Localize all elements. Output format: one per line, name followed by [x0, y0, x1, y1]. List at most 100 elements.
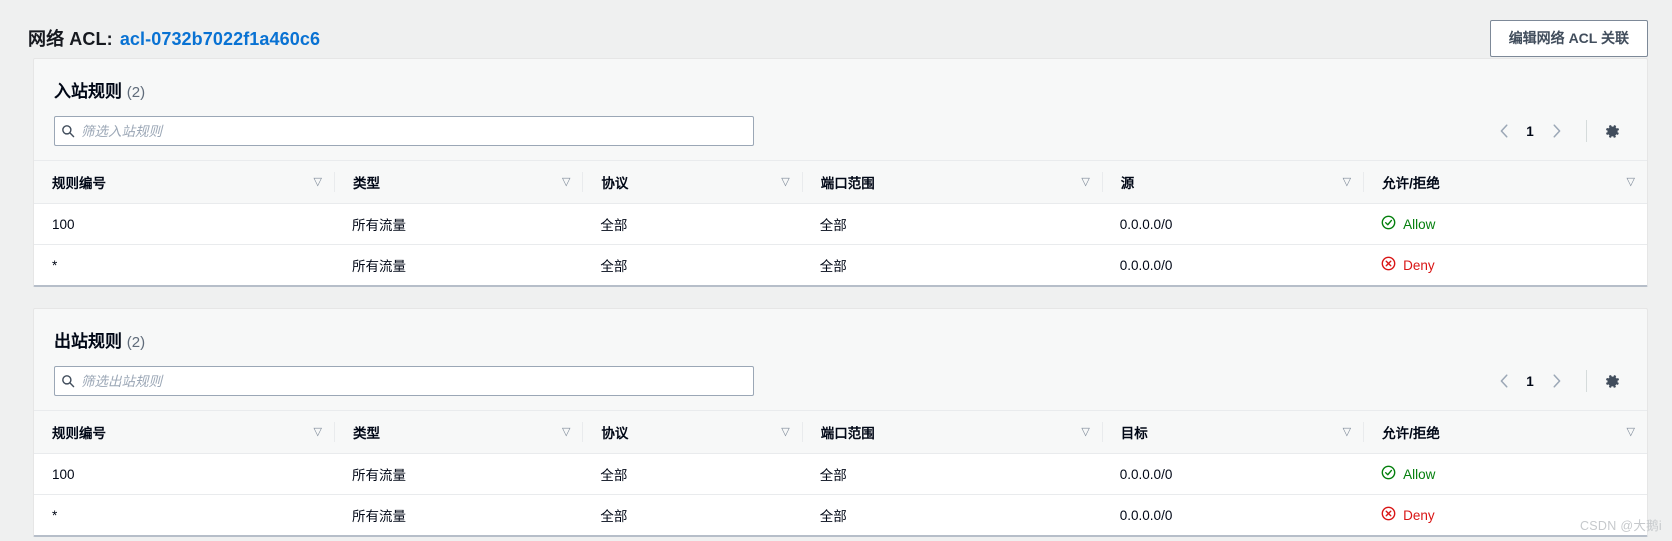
page-title-prefix: 网络 ACL:	[28, 29, 113, 49]
cell-rule-number: 100	[34, 203, 335, 245]
cell-protocol: 全部	[582, 244, 802, 285]
cell-port-range: 全部	[801, 494, 1102, 535]
gear-icon[interactable]	[1597, 116, 1627, 146]
cell-source: 0.0.0.0/0	[1101, 203, 1364, 245]
sort-descending-icon: ▽	[1081, 425, 1090, 438]
watermark: CSDN @大鹅i	[1579, 519, 1662, 533]
outbound-pagination: 1	[1488, 366, 1572, 396]
outbound-search-box[interactable]	[54, 366, 754, 396]
column-header-allow-deny[interactable]: 允许/拒绝 ▽	[1363, 160, 1647, 204]
page-title: 网络 ACL: acl-0732b7022f1a460c6	[28, 25, 320, 51]
page-header: 网络 ACL: acl-0732b7022f1a460c6 编辑网络 ACL 关…	[0, 0, 1672, 58]
column-label: 目标	[1120, 426, 1148, 441]
outbound-card-header: 出站规则 (2)	[34, 309, 1647, 352]
cell-port-range: 全部	[801, 203, 1102, 245]
column-label: 允许/拒绝	[1382, 426, 1440, 441]
edit-network-acl-association-button[interactable]: 编辑网络 ACL 关联	[1489, 19, 1648, 57]
column-header-rule-number[interactable]: 规则编号 ▽	[34, 410, 335, 454]
column-header-allow-deny[interactable]: 允许/拒绝 ▽	[1363, 410, 1647, 454]
column-label: 规则编号	[52, 176, 106, 191]
table-row[interactable]: * 所有流量 全部 全部 0.0.0.0/0 Deny	[34, 244, 1647, 285]
column-header-port-range[interactable]: 端口范围 ▽	[801, 160, 1102, 204]
column-label: 协议	[601, 426, 629, 441]
column-header-protocol[interactable]: 协议 ▽	[582, 160, 802, 204]
table-row[interactable]: 100 所有流量 全部 全部 0.0.0.0/0 Allow	[34, 203, 1647, 245]
inbound-count: (2)	[126, 84, 146, 101]
table-row[interactable]: * 所有流量 全部 全部 0.0.0.0/0 Deny	[34, 494, 1647, 535]
outbound-search-input[interactable]	[81, 367, 753, 395]
column-header-port-range[interactable]: 端口范围 ▽	[801, 410, 1102, 454]
inbound-pagination: 1	[1488, 116, 1572, 146]
gear-icon[interactable]	[1597, 366, 1627, 396]
inbound-page-number[interactable]: 1	[1520, 124, 1540, 139]
cell-type: 所有流量	[334, 203, 583, 245]
inbound-toolbar: 1	[34, 102, 1647, 160]
cell-rule-number: *	[34, 494, 335, 535]
sort-descending-icon: ▽	[1626, 175, 1635, 188]
outbound-title: 出站规则 (2)	[54, 327, 1627, 352]
status-badge: Deny	[1381, 506, 1435, 524]
search-icon	[55, 374, 81, 388]
verdict-label: Deny	[1403, 507, 1435, 523]
cell-port-range: 全部	[801, 453, 1102, 495]
sort-descending-icon: ▽	[561, 425, 571, 438]
sort-descending-icon: ▽	[781, 175, 790, 188]
outbound-rules-table: 规则编号 ▽ 类型 ▽ 协议 ▽ 端口范围 ▽ 目标 ▽ 允许/拒绝 ▽ 100 所有流量 …	[34, 410, 1647, 535]
column-label: 类型	[353, 426, 381, 441]
verdict-label: Deny	[1403, 257, 1435, 273]
chevron-right-icon[interactable]	[1540, 116, 1572, 146]
inbound-search-box[interactable]	[54, 116, 754, 146]
column-label: 端口范围	[820, 426, 875, 441]
cell-rule-number: 100	[34, 453, 335, 495]
chevron-left-icon[interactable]	[1488, 366, 1520, 396]
inbound-card-header: 入站规则 (2)	[34, 59, 1647, 102]
search-icon	[55, 124, 81, 138]
status-badge: Allow	[1381, 465, 1435, 483]
cell-protocol: 全部	[582, 203, 802, 245]
inbound-title: 入站规则 (2)	[54, 77, 1627, 102]
x-circle-icon	[1381, 506, 1396, 524]
column-header-type[interactable]: 类型 ▽	[334, 160, 583, 204]
chevron-right-icon[interactable]	[1540, 366, 1572, 396]
cell-protocol: 全部	[582, 453, 802, 495]
column-header-protocol[interactable]: 协议 ▽	[582, 410, 802, 454]
column-label: 规则编号	[52, 426, 106, 441]
sort-descending-icon: ▽	[1342, 425, 1352, 438]
column-header-source[interactable]: 源 ▽	[1101, 160, 1364, 204]
column-label: 协议	[601, 176, 629, 191]
outbound-rules-card: 出站规则 (2) 1	[33, 308, 1648, 537]
cell-destination: 0.0.0.0/0	[1101, 494, 1364, 535]
inbound-table-header-row: 规则编号 ▽ 类型 ▽ 协议 ▽ 端口范围 ▽ 源 ▽ 允许/拒绝 ▽	[34, 160, 1647, 204]
column-header-destination[interactable]: 目标 ▽	[1101, 410, 1364, 454]
column-label: 允许/拒绝	[1382, 176, 1440, 191]
outbound-page-number[interactable]: 1	[1520, 374, 1540, 389]
cell-destination: 0.0.0.0/0	[1101, 453, 1364, 495]
chevron-left-icon[interactable]	[1488, 116, 1520, 146]
cell-source: 0.0.0.0/0	[1101, 244, 1364, 285]
table-row[interactable]: 100 所有流量 全部 全部 0.0.0.0/0 Allow	[34, 453, 1647, 495]
toolbar-divider	[1586, 120, 1587, 142]
sort-descending-icon: ▽	[1081, 175, 1090, 188]
column-label: 源	[1120, 176, 1135, 191]
cell-rule-number: *	[34, 244, 335, 285]
cell-type: 所有流量	[334, 453, 583, 495]
sort-descending-icon: ▽	[313, 425, 323, 438]
acl-id-link[interactable]: acl-0732b7022f1a460c6	[120, 29, 320, 49]
outbound-title-text: 出站规则	[54, 332, 122, 351]
cell-type: 所有流量	[334, 244, 583, 285]
cell-protocol: 全部	[582, 494, 802, 535]
outbound-toolbar: 1	[34, 352, 1647, 410]
cell-allow-deny: Deny	[1363, 244, 1647, 285]
sort-descending-icon: ▽	[561, 175, 571, 188]
network-acl-page: 网络 ACL: acl-0732b7022f1a460c6 编辑网络 ACL 关…	[0, 0, 1672, 541]
sort-descending-icon: ▽	[313, 175, 323, 188]
inbound-title-text: 入站规则	[54, 82, 122, 101]
column-header-type[interactable]: 类型 ▽	[334, 410, 583, 454]
inbound-toolbar-actions: 1	[1488, 116, 1627, 146]
inbound-search-input[interactable]	[81, 117, 753, 145]
check-circle-icon	[1381, 215, 1396, 233]
cell-type: 所有流量	[334, 494, 583, 535]
sort-descending-icon: ▽	[1626, 425, 1635, 438]
column-header-rule-number[interactable]: 规则编号 ▽	[34, 160, 335, 204]
column-label: 端口范围	[820, 176, 875, 191]
